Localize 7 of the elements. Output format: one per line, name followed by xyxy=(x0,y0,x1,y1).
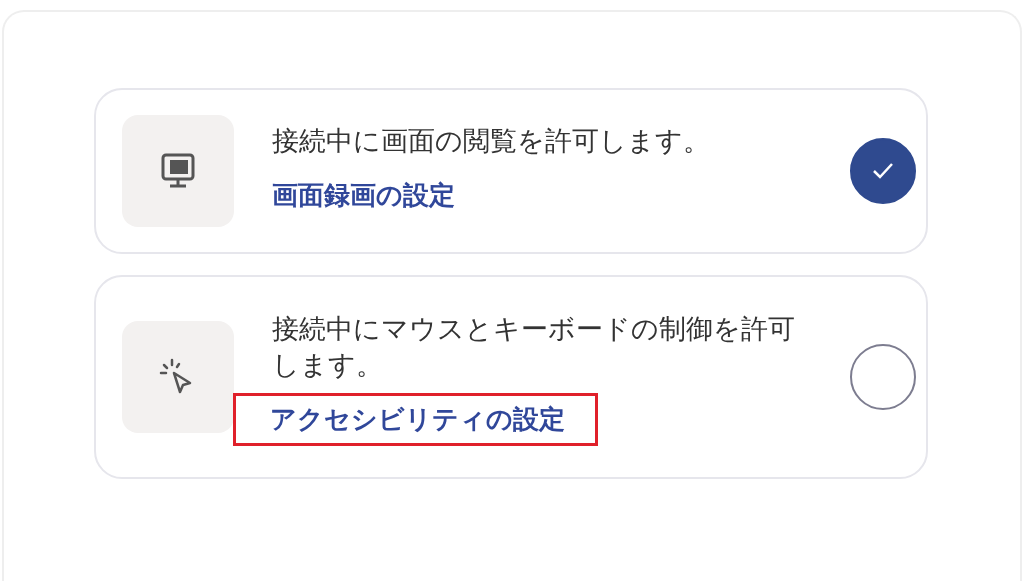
settings-link[interactable]: 画面録画の設定 xyxy=(272,172,455,220)
check-icon xyxy=(872,162,894,180)
option-description: 接続中に画面の閲覧を許可します。 xyxy=(272,123,711,158)
option-description: 接続中にマウスとキーボードの制御を許可します。 xyxy=(272,312,796,382)
settings-link[interactable]: アクセシビリティの設定 xyxy=(236,395,595,443)
option-card[interactable]: 接続中にマウスとキーボードの制御を許可します。 アクセシビリティの設定 xyxy=(94,275,928,479)
option-card[interactable]: 接続中に画面の閲覧を許可します。 画面録画の設定 xyxy=(94,88,928,254)
